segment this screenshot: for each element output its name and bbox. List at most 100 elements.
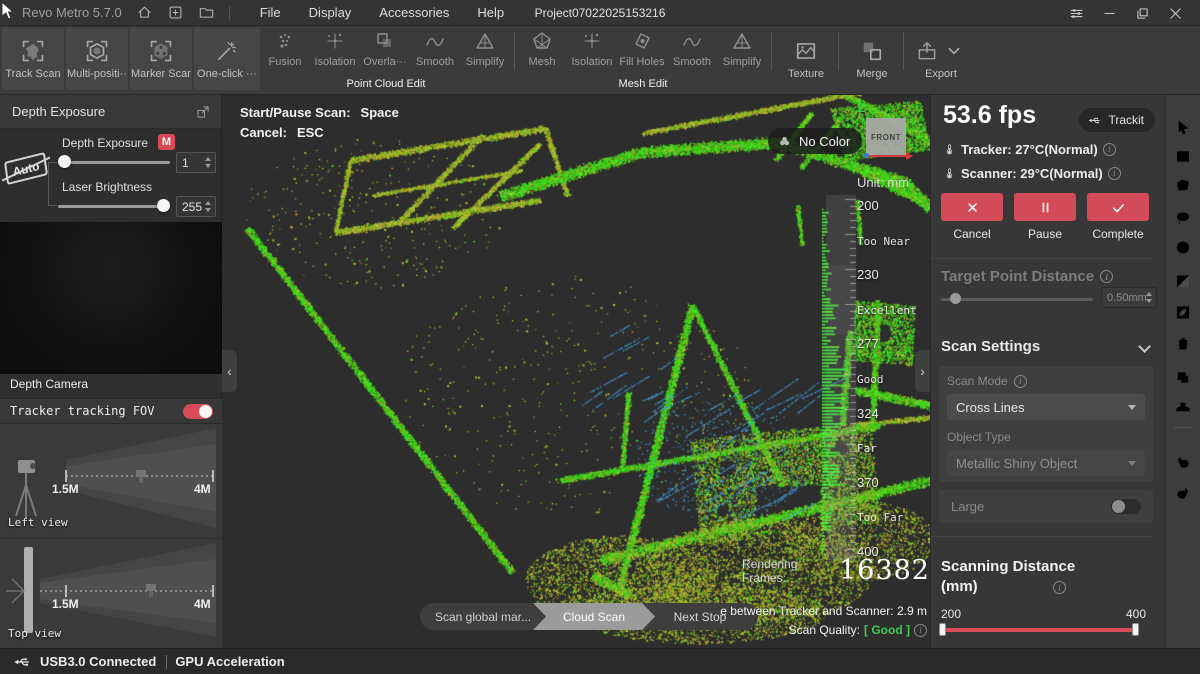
scan-mode-select[interactable]: Cross Lines <box>947 394 1145 420</box>
menu-help[interactable]: Help <box>463 5 518 20</box>
range-handle-min[interactable] <box>939 623 946 636</box>
pause-button[interactable] <box>1014 193 1076 221</box>
info-icon[interactable] <box>1108 167 1121 180</box>
cancel-x-icon <box>965 200 980 215</box>
laser-brightness-value[interactable] <box>177 200 205 214</box>
toolbar-isolation-button[interactable]: Isolation <box>567 30 617 68</box>
scan-quality-label: Scan Quality: <box>789 623 860 637</box>
info-icon[interactable] <box>914 624 927 637</box>
invert-select-icon[interactable] <box>1174 272 1193 291</box>
no-color-button[interactable]: No Color <box>768 128 862 154</box>
stepper-arrows[interactable] <box>1146 292 1152 303</box>
toolbar-simplify-button[interactable]: Simplify <box>717 30 767 68</box>
action-cancel: Cancel <box>941 193 1003 241</box>
menu-accessories[interactable]: Accessories <box>365 5 463 20</box>
stamp-icon[interactable] <box>1174 400 1193 419</box>
trackit-button[interactable]: Trackit <box>1079 108 1155 132</box>
toolbar-merge-button[interactable]: Merge <box>843 28 901 90</box>
stepper-arrows[interactable] <box>205 157 211 168</box>
navigation-cube[interactable]: FRONT Z <box>866 118 906 156</box>
scale-label-200: 200 <box>857 198 879 212</box>
toolbar-texture-button[interactable]: Texture <box>776 28 836 90</box>
collapse-left-panel-tab[interactable]: ‹ <box>222 350 237 392</box>
close-icon[interactable] <box>1167 5 1184 22</box>
stepper-arrows[interactable] <box>205 201 211 212</box>
chevron-down-icon[interactable] <box>1138 340 1151 353</box>
toolbar-smooth-button[interactable]: Smooth <box>410 30 460 68</box>
hint-value: ESC <box>297 123 324 143</box>
overlap-icon <box>374 30 396 52</box>
fov-far-label: 4M <box>194 597 211 611</box>
target-point-distance-value[interactable] <box>1102 292 1146 304</box>
layout-settings-icon[interactable] <box>1068 5 1085 22</box>
lasso-select-icon[interactable] <box>1174 208 1193 227</box>
scan-settings-card: Scan Mode Cross Lines Object Type Metall… <box>939 366 1153 482</box>
stage-cloud-scan[interactable]: Cloud Scan <box>533 603 655 630</box>
toolbar-label: Overla··· <box>363 56 406 68</box>
sphere-select-icon[interactable] <box>1174 238 1193 257</box>
restore-icon[interactable] <box>1134 5 1151 22</box>
large-option-card: Large <box>939 490 1153 523</box>
toolbar-label: Export <box>925 68 957 80</box>
target-point-distance-slider[interactable] <box>941 292 1093 306</box>
home-icon[interactable] <box>136 4 153 21</box>
undock-icon[interactable] <box>195 104 211 120</box>
range-handle-max[interactable] <box>1132 623 1139 636</box>
toolbar-multi-position-button[interactable]: Multi-positi··· <box>66 28 128 90</box>
menu-display[interactable]: Display <box>295 5 366 20</box>
tracker-fov-title: Tracker tracking FOV <box>10 404 155 418</box>
large-toggle[interactable] <box>1111 499 1141 514</box>
group-label-point-cloud-edit: Point Cloud Edit <box>260 78 512 93</box>
toolbar-overla--button[interactable]: Overla··· <box>360 30 410 68</box>
complete-button[interactable] <box>1087 193 1149 221</box>
laser-brightness-spinbox[interactable] <box>176 196 216 217</box>
collapse-right-panel-tab[interactable]: › <box>915 350 930 392</box>
toolbar-one-click-button[interactable]: One-click ··· <box>194 28 260 90</box>
polygon-select-icon[interactable] <box>1174 176 1193 195</box>
tracker-fov-header: Tracker tracking FOV <box>0 398 222 424</box>
toolbar-separator <box>903 32 904 70</box>
info-icon[interactable] <box>1100 270 1113 283</box>
toolbar-mesh-button[interactable]: Mesh <box>517 30 567 68</box>
right-panel: 53.6 fps Trackit Tracker: 27°C(Normal)Sc… <box>930 95 1165 648</box>
depth-camera-preview[interactable] <box>0 222 222 374</box>
open-project-icon[interactable] <box>198 4 215 21</box>
toolbar-track-scan-button[interactable]: Track Scan <box>2 28 64 90</box>
depth-exposure-spinbox[interactable] <box>176 152 216 173</box>
target-point-distance-spinbox[interactable] <box>1101 287 1157 308</box>
info-icon[interactable] <box>1053 581 1066 594</box>
depth-exposure-value[interactable] <box>177 156 205 170</box>
info-icon[interactable] <box>1103 143 1116 156</box>
rect-select-icon[interactable] <box>1174 147 1193 166</box>
redo-icon[interactable] <box>1174 483 1193 502</box>
object-type-select[interactable]: Metallic Shiny Object <box>947 450 1145 476</box>
scanning-distance-range-slider[interactable] <box>941 628 1139 632</box>
depth-exposure-slider[interactable] <box>58 155 170 169</box>
keyboard-hints: Start/Pause Scan:SpaceCancel:ESC <box>240 103 399 143</box>
tracker-fov-toggle[interactable] <box>183 404 213 419</box>
manual-mode-badge[interactable]: M <box>158 134 175 150</box>
menu-file[interactable]: File <box>246 5 295 20</box>
toolbar-isolation-button[interactable]: Isolation <box>310 30 360 68</box>
pause-bars-icon <box>1038 200 1053 215</box>
auto-button[interactable]: Auto <box>4 152 48 185</box>
thermometer-icon <box>943 141 956 158</box>
delete-icon[interactable] <box>1174 334 1193 353</box>
status-divider <box>166 655 167 669</box>
toolbar-marker-scan-button[interactable]: Marker Scan <box>130 28 192 90</box>
toolbar-fill-holes-button[interactable]: Fill Holes <box>617 30 667 68</box>
select-arrow-icon[interactable] <box>1174 118 1193 137</box>
laser-brightness-slider[interactable] <box>58 199 170 213</box>
undo-icon[interactable] <box>1174 452 1193 471</box>
cancel-button[interactable] <box>941 193 1003 221</box>
minimize-icon[interactable] <box>1101 5 1118 22</box>
toolbar-smooth-button[interactable]: Smooth <box>667 30 717 68</box>
new-project-icon[interactable] <box>167 4 184 21</box>
stage-scan-global-mar-[interactable]: Scan global mar... <box>420 603 546 630</box>
toolbar-simplify-button[interactable]: Simplify <box>460 30 510 68</box>
brush-select-icon[interactable] <box>1174 303 1193 322</box>
toolbar-fusion-button[interactable]: Fusion <box>260 30 310 68</box>
duplicate-icon[interactable] <box>1174 368 1193 387</box>
info-icon[interactable] <box>1014 375 1027 388</box>
toolbar-export-button[interactable]: Export <box>908 28 974 90</box>
